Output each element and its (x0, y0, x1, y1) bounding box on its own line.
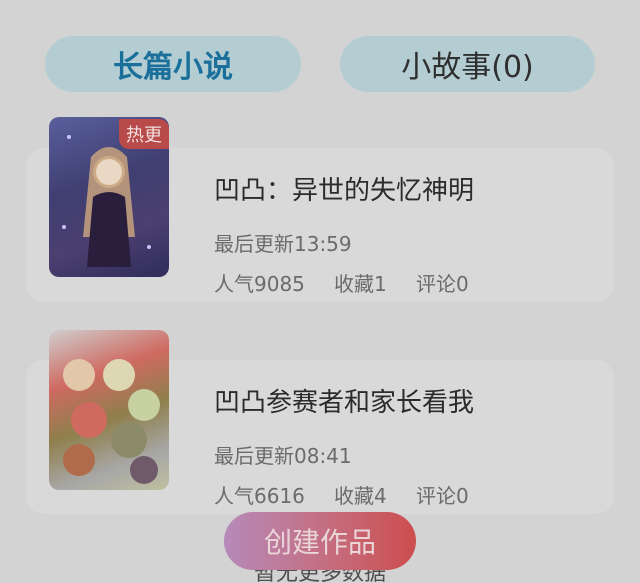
work-popularity-1: 人气9085 (214, 272, 305, 296)
tab-novel[interactable]: 长篇小说 (45, 36, 301, 92)
hot-update-badge: 热更 (119, 119, 169, 149)
create-work-button[interactable]: 创建作品 (224, 512, 416, 570)
work-cover-2[interactable] (49, 330, 169, 490)
work-updated-1: 最后更新13:59 (214, 232, 352, 256)
work-comments-1: 评论0 (416, 272, 469, 296)
work-favorites-1: 收藏1 (334, 272, 387, 296)
group-characters-cover-art (63, 359, 160, 484)
work-updated-2: 最后更新08:41 (214, 444, 352, 468)
work-title-1[interactable]: 凹凸：异世的失忆神明 (214, 170, 474, 207)
work-title-2[interactable]: 凹凸参赛者和家长看我 (214, 382, 474, 419)
tab-short-story[interactable]: 小故事(0) (340, 36, 595, 92)
work-favorites-2: 收藏4 (334, 484, 387, 508)
work-comments-2: 评论0 (416, 484, 469, 508)
work-popularity-2: 人气6616 (214, 484, 305, 508)
tabs-bar: 长篇小说 小故事(0) (0, 36, 640, 96)
